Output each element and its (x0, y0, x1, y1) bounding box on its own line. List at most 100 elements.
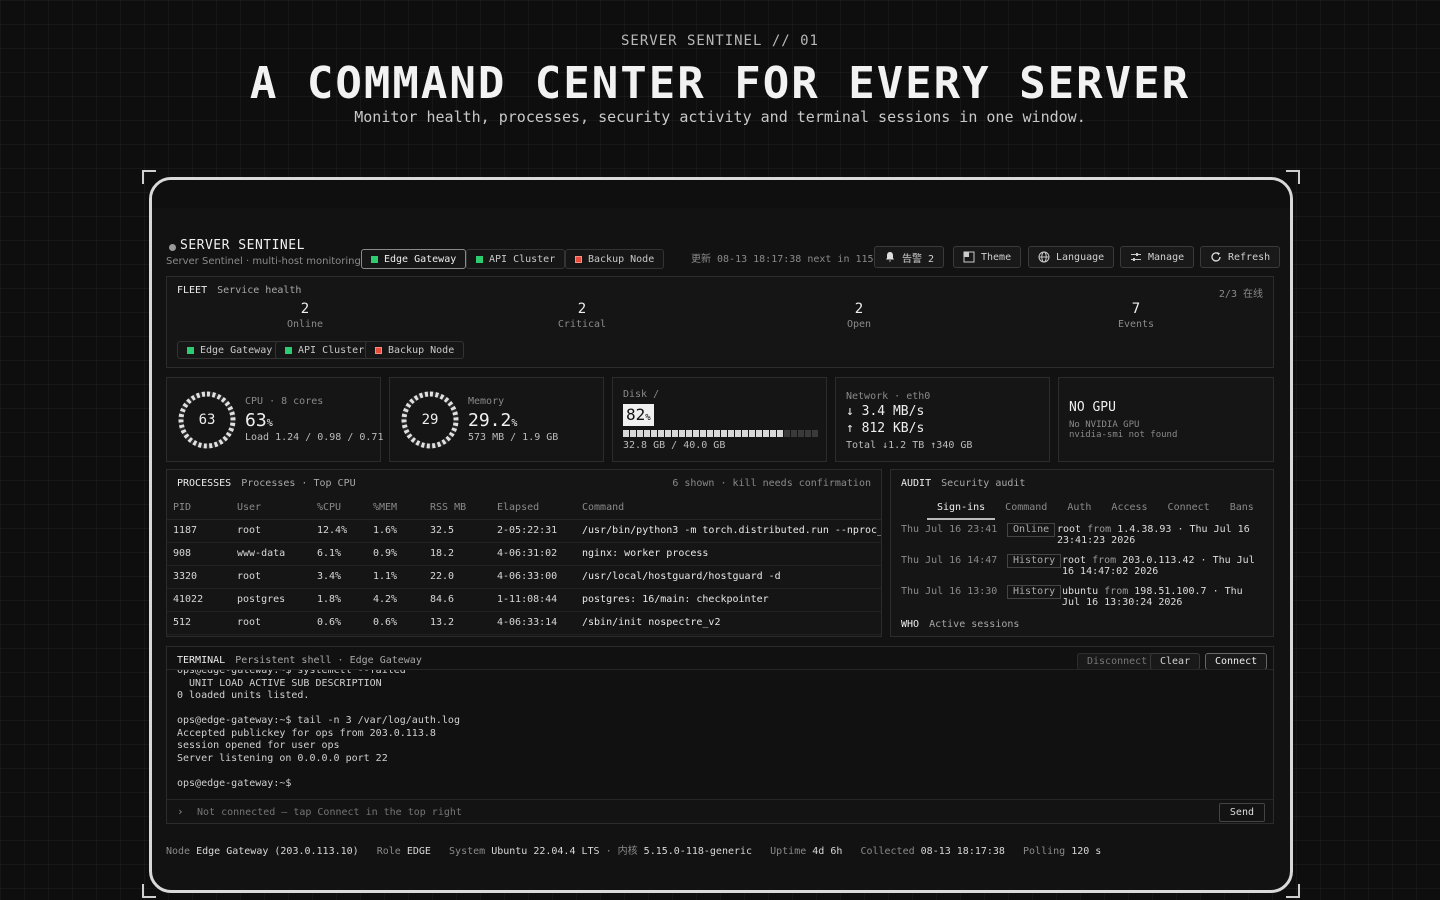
tab-command[interactable]: Command (995, 502, 1057, 520)
who-title: WHO (901, 619, 920, 630)
disk-bar-segment (735, 430, 741, 437)
stat-online-label: Online (286, 319, 324, 330)
terminal-input[interactable] (197, 804, 1197, 820)
disk-label: Disk / (623, 389, 660, 400)
brand-title: SERVER SENTINEL (180, 238, 305, 253)
audit-badge: History (1007, 554, 1062, 568)
refresh-icon (1211, 252, 1221, 262)
fleet-online-count: 2/3 在线 (1218, 289, 1263, 300)
cpu-card: 63 CPU · 8 cores 63% Load 1.24 / 0.98 / … (166, 377, 384, 462)
fleet-subtitle: Service health (217, 285, 302, 296)
clear-button[interactable]: Clear (1150, 653, 1201, 670)
terminal-output: ops@edge-gateway:~$ systemctl --failed U… (177, 669, 460, 789)
server-chip-api-cluster[interactable]: API Cluster (466, 249, 566, 269)
tab-access[interactable]: Access (1101, 502, 1157, 520)
disk-bar-segment (721, 430, 727, 437)
table-row[interactable]: 3320 root 3.4% 1.1% 22.0 4-06:33:00 /usr… (167, 565, 881, 589)
status-role: EDGE (406, 846, 431, 857)
cpu-ring: 63 (177, 390, 237, 450)
brand-subtitle: Server Sentinel · multi-host monitoring (166, 256, 361, 267)
tab-bans[interactable]: Bans (1220, 502, 1264, 520)
terminal-title: TERMINAL (177, 655, 226, 666)
tab-auth[interactable]: Auth (1057, 502, 1101, 520)
col-cpu[interactable]: %CPU (311, 496, 367, 520)
send-button[interactable]: Send (1218, 803, 1265, 822)
disk-value-unit: % (645, 413, 651, 423)
server-chip-edge-gateway[interactable]: Edge Gateway (361, 249, 467, 269)
frame-bezel (152, 180, 1290, 208)
disk-usage-bar (623, 430, 818, 437)
fleet-chip-edge-gateway[interactable]: Edge Gateway (177, 341, 283, 359)
fleet-panel: FLEET Service health 2/3 在线 2 Online 2 C… (166, 276, 1274, 368)
status-kernel-label: · 内核 (605, 846, 638, 857)
tab-connect[interactable]: Connect (1158, 502, 1220, 520)
disk-value-number: 82 (626, 405, 646, 424)
process-table: PID User %CPU %MEM RSS MB Elapsed Comman… (167, 496, 881, 635)
cell-user: root (231, 565, 311, 589)
stat-events-value: 7 (1131, 301, 1141, 317)
cpu-value-number: 63 (245, 410, 267, 431)
disk-bar-segment (742, 430, 748, 437)
status-polling-label: Polling (1023, 846, 1066, 857)
cell-command: /usr/local/hostguard/hostguard -d (576, 565, 881, 589)
hero-kicker: SERVER SENTINEL // 01 (620, 33, 819, 49)
audit-subtitle: Security audit (941, 478, 1026, 489)
cell-elapsed: 4-06:31:02 (491, 542, 576, 566)
cell-elapsed: 2-05:22:31 (491, 519, 576, 543)
col-command[interactable]: Command (576, 496, 881, 520)
alert-button[interactable]: 告警 2 (874, 246, 945, 268)
network-down: ↓ 3.4 MB/s (846, 404, 925, 419)
col-user[interactable]: User (231, 496, 311, 520)
disk-bar-segment (707, 430, 713, 437)
terminal-input-bar: › Send (167, 799, 1273, 823)
cell-rss: 13.2 (424, 611, 491, 635)
alert-button-label: 告警 2 (902, 253, 935, 265)
manage-button[interactable]: Manage (1120, 246, 1195, 268)
server-chip-backup-node[interactable]: Backup Node (565, 249, 665, 269)
terminal-output-area[interactable]: ops@edge-gateway:~$ systemctl --failed U… (167, 669, 1273, 799)
col-rss[interactable]: RSS MB (424, 496, 491, 520)
fleet-chip-api-cluster[interactable]: API Cluster (275, 341, 375, 359)
cell-pid: 41022 (167, 588, 231, 612)
tab-sign-ins[interactable]: Sign-ins (927, 502, 996, 520)
cell-pid: 3320 (167, 565, 231, 589)
cell-user: root (231, 519, 311, 543)
table-row[interactable]: 512 root 0.6% 0.6% 13.2 4-06:33:14 /sbin… (167, 611, 881, 635)
cpu-load: Load 1.24 / 0.98 / 0.71 (245, 432, 384, 443)
disk-bar-segment (756, 430, 762, 437)
col-pid[interactable]: PID (167, 496, 231, 520)
brand-status-dot (169, 244, 176, 251)
table-row[interactable]: 1187 root 12.4% 1.6% 32.5 2-05:22:31 /us… (167, 519, 881, 543)
refresh-button[interactable]: Refresh (1200, 246, 1281, 268)
globe-icon (1038, 251, 1050, 263)
cell-elapsed: 4-06:33:14 (491, 611, 576, 635)
table-row[interactable]: 41022 postgres 1.8% 4.2% 84.6 1-11:08:44… (167, 588, 881, 612)
connect-button[interactable]: Connect (1205, 653, 1268, 670)
audit-time: Thu Jul 16 14:47 (901, 555, 998, 566)
disk-bar-segment (644, 430, 650, 437)
audit-text: root from 1.4.38.93 · Thu Jul 16 23:41:2… (1057, 524, 1257, 546)
server-chip-label: Edge Gateway (384, 253, 457, 265)
disk-bar-segment (630, 430, 636, 437)
audit-from: from (1104, 586, 1129, 597)
fleet-chip-backup-node[interactable]: Backup Node (365, 341, 465, 359)
col-elapsed[interactable]: Elapsed (491, 496, 576, 520)
gpu-line2: nvidia-smi not found (1069, 430, 1178, 440)
cpu-label: CPU · 8 cores (245, 396, 324, 407)
disk-bar-segment (777, 430, 783, 437)
theme-button[interactable]: Theme (953, 246, 1022, 268)
audit-text: root from 203.0.113.42 · Thu Jul 16 14:4… (1062, 555, 1262, 577)
col-mem[interactable]: %MEM (367, 496, 424, 520)
audit-time: Thu Jul 16 13:30 (901, 586, 998, 597)
disconnect-button[interactable]: Disconnect (1077, 653, 1158, 670)
cell-cpu: 0.6% (311, 611, 367, 635)
disk-bar-segment (658, 430, 664, 437)
language-button-label: Language (1056, 251, 1105, 263)
audit-ip: 198.51.100.7 (1134, 586, 1207, 597)
disk-bar-segment (693, 430, 699, 437)
network-total: Total ↓1.2 TB ↑340 GB (846, 440, 973, 451)
audit-from: from (1087, 524, 1112, 535)
table-row[interactable]: 908 www-data 6.1% 0.9% 18.2 4-06:31:02 n… (167, 542, 881, 566)
memory-card: 29 Memory 29.2% 573 MB / 1.9 GB (389, 377, 604, 462)
language-button[interactable]: Language (1028, 246, 1115, 268)
